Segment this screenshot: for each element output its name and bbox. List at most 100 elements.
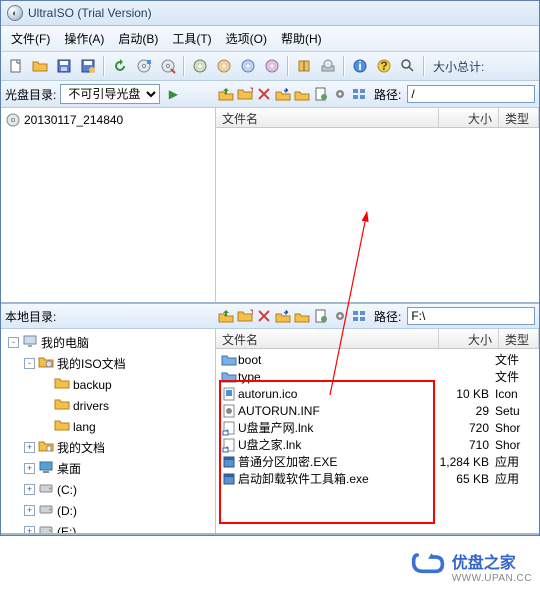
new-icon[interactable]: [5, 55, 27, 77]
expander-icon[interactable]: +: [24, 484, 35, 495]
new-folder-icon[interactable]: ★: [236, 307, 254, 325]
mount-icon[interactable]: [317, 55, 339, 77]
file-row[interactable]: boot文件: [216, 351, 539, 368]
new-folder-icon[interactable]: ★: [236, 85, 254, 103]
expander-icon[interactable]: +: [24, 505, 35, 516]
tree-node[interactable]: -我的ISO文档: [3, 353, 213, 374]
tree-node[interactable]: lang: [3, 416, 213, 437]
gear-icon[interactable]: [331, 85, 349, 103]
tree-node[interactable]: +(E:): [3, 521, 213, 533]
col-name[interactable]: 文件名: [216, 108, 439, 127]
up-icon[interactable]: [217, 307, 235, 325]
toolbar-sep: [423, 56, 425, 76]
expander-icon[interactable]: +: [24, 463, 35, 474]
disc-root-node[interactable]: 20130117_214840: [3, 111, 213, 129]
save-icon[interactable]: [53, 55, 75, 77]
tree-node[interactable]: backup: [3, 374, 213, 395]
disc3-icon[interactable]: [237, 55, 259, 77]
cd-write-icon[interactable]: [157, 55, 179, 77]
tree-node[interactable]: +(C:): [3, 479, 213, 500]
toolbar-sep: [103, 56, 105, 76]
disc-path-input[interactable]: [407, 85, 535, 103]
file-row[interactable]: type文件: [216, 368, 539, 385]
expander-icon[interactable]: +: [24, 526, 35, 533]
extract-icon[interactable]: [274, 307, 292, 325]
props-icon[interactable]: [312, 85, 330, 103]
tree-node[interactable]: drivers: [3, 395, 213, 416]
tree-node[interactable]: +桌面: [3, 458, 213, 479]
menu-options[interactable]: 选项(O): [220, 28, 273, 49]
disc-col-headers: 文件名 大小 类型: [216, 108, 539, 128]
file-row[interactable]: autorun.ico10 KBIcon: [216, 385, 539, 402]
toolbar-sep: [343, 56, 345, 76]
extract-icon[interactable]: [274, 85, 292, 103]
expander-icon[interactable]: +: [24, 442, 35, 453]
boot-next-icon[interactable]: ▶: [164, 85, 182, 103]
find-icon[interactable]: [397, 55, 419, 77]
drive-icon: [38, 522, 54, 533]
disc2-icon[interactable]: [213, 55, 235, 77]
folder-iso-icon: [38, 354, 54, 373]
save-as-icon[interactable]: [77, 55, 99, 77]
tree-node[interactable]: +我的文档: [3, 437, 213, 458]
computer-icon: [22, 333, 38, 352]
svg-text:★: ★: [249, 86, 253, 96]
file-row[interactable]: 普通分区加密.EXE1,284 KB应用: [216, 453, 539, 470]
file-size: 710: [429, 438, 495, 452]
gear-icon[interactable]: [331, 307, 349, 325]
tree-node[interactable]: -我的电脑: [3, 332, 213, 353]
titlebar: ◐ UltraISO (Trial Version): [1, 1, 539, 26]
disc-path-label: 路径:: [374, 86, 401, 103]
menu-file[interactable]: 文件(F): [5, 28, 56, 49]
help-icon[interactable]: ?: [373, 55, 395, 77]
refresh-icon[interactable]: [109, 55, 131, 77]
file-row[interactable]: 启动卸载软件工具箱.exe65 KB应用: [216, 470, 539, 487]
lnk-icon: [220, 437, 238, 453]
col-size[interactable]: 大小: [439, 329, 499, 348]
disc4-icon[interactable]: [261, 55, 283, 77]
props-icon[interactable]: [312, 307, 330, 325]
disc-root-label: 20130117_214840: [24, 113, 123, 127]
menu-boot[interactable]: 启动(B): [112, 28, 164, 49]
app-icon: ◐: [7, 5, 23, 21]
svg-text:i: i: [358, 59, 361, 73]
local-file-list[interactable]: boot文件type文件autorun.ico10 KBIconAUTORUN.…: [216, 349, 539, 533]
add-icon[interactable]: [293, 307, 311, 325]
add-icon[interactable]: [293, 85, 311, 103]
file-size: 29: [429, 404, 495, 418]
file-size: 720: [429, 421, 495, 435]
menu-help[interactable]: 帮助(H): [275, 28, 328, 49]
expander-icon[interactable]: -: [8, 337, 19, 348]
local-path-input[interactable]: [407, 307, 535, 325]
delete-icon[interactable]: [255, 85, 273, 103]
folder-icon: [54, 396, 70, 415]
open-icon[interactable]: [29, 55, 51, 77]
up-icon[interactable]: [217, 85, 235, 103]
menu-action[interactable]: 操作(A): [58, 28, 110, 49]
file-row[interactable]: AUTORUN.INF29Setu: [216, 402, 539, 419]
col-size[interactable]: 大小: [439, 108, 499, 127]
inf-icon: [220, 403, 238, 419]
view-icon[interactable]: [350, 307, 368, 325]
menu-tools[interactable]: 工具(T): [166, 28, 217, 49]
file-row[interactable]: U盘量产网.lnk720Shor: [216, 419, 539, 436]
disc-file-list[interactable]: [216, 128, 539, 302]
delete-icon[interactable]: [255, 307, 273, 325]
boot-type-select[interactable]: 不可引导光盘: [60, 84, 160, 104]
compress-icon[interactable]: [293, 55, 315, 77]
col-type[interactable]: 类型: [499, 329, 539, 348]
tree-label: (D:): [57, 504, 77, 518]
col-type[interactable]: 类型: [499, 108, 539, 127]
view-icon[interactable]: [350, 85, 368, 103]
file-row[interactable]: U盘之家.lnk710Shor: [216, 436, 539, 453]
exe-icon: [220, 454, 238, 470]
toolbar-sep: [183, 56, 185, 76]
info-icon[interactable]: i: [349, 55, 371, 77]
col-name[interactable]: 文件名: [216, 329, 439, 348]
tree-node[interactable]: + (D:): [3, 500, 213, 521]
expander-icon[interactable]: -: [24, 358, 35, 369]
cd-add-icon[interactable]: [133, 55, 155, 77]
ico-icon: [220, 386, 238, 402]
disc1-icon[interactable]: [189, 55, 211, 77]
desktop-icon: [38, 459, 54, 478]
